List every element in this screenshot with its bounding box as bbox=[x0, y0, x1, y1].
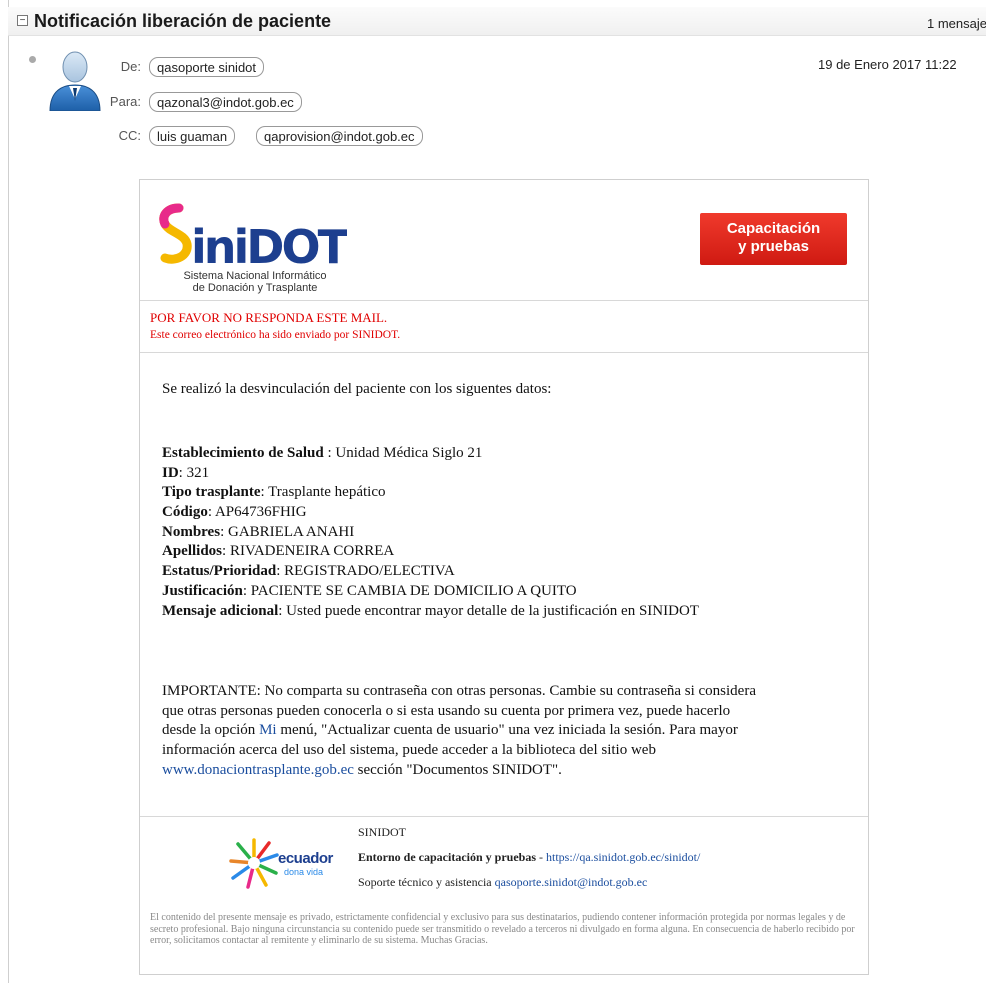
intro-text: Se realizó la desvinculación del pacient… bbox=[162, 380, 852, 400]
svg-text:iniDOT: iniDOT bbox=[191, 220, 347, 272]
field-value: GABRIELA ANAHI bbox=[227, 523, 355, 540]
message-count: 1 mensaje bbox=[927, 16, 986, 31]
ecuador-sun-icon bbox=[229, 838, 279, 889]
notice-line: información acerca del uso del sistema, … bbox=[162, 742, 656, 759]
email-subject: Notificación liberación de paciente bbox=[34, 11, 332, 31]
field-value: AP64736FHIG bbox=[214, 504, 307, 521]
notice-text: sección "Documentos SINIDOT". bbox=[353, 761, 562, 778]
environment-badge: Capacitación y pruebas bbox=[700, 213, 847, 265]
field-sep: : bbox=[276, 563, 285, 580]
field-value: REGISTRADO/ELECTIVA bbox=[284, 563, 455, 580]
ecuador-tagline: dona vida bbox=[284, 867, 324, 877]
patient-fields: Establecimiento de Salud : Unidad Médica… bbox=[162, 444, 852, 621]
website-link[interactable]: www.donaciontrasplante.gob.ec bbox=[162, 762, 354, 778]
email-body-card: iniDOT Sistema Nacional Informático de D… bbox=[139, 179, 869, 975]
support-email-link[interactable]: qasoporte.sinidot@indot.gob.ec bbox=[495, 875, 648, 889]
field-label: Apellidos bbox=[162, 543, 223, 560]
sinidot-logo-icon: iniDOT bbox=[159, 203, 353, 274]
cc-pill[interactable]: luis guaman bbox=[149, 126, 236, 146]
collapse-icon[interactable]: − bbox=[17, 15, 28, 26]
ecuador-name: ecuador bbox=[278, 850, 333, 867]
from-label: De: bbox=[120, 59, 141, 74]
field-label: Código bbox=[162, 504, 208, 521]
field-row: Nombres: GABRIELA ANAHI bbox=[162, 523, 852, 543]
to-pill[interactable]: qazonal3@indot.gob.ec bbox=[149, 92, 302, 112]
footer-org: SINIDOT bbox=[358, 825, 406, 839]
field-label: ID bbox=[162, 464, 179, 481]
field-label: Estatus/Prioridad bbox=[162, 563, 277, 580]
divider bbox=[140, 816, 868, 817]
sinidot-logo: iniDOT Sistema Nacional Informático de D… bbox=[157, 200, 353, 295]
cc-pill[interactable]: qaprovision@indot.gob.ec bbox=[256, 126, 423, 146]
notice-line: IMPORTANTE: No comparta su contraseña co… bbox=[162, 683, 756, 699]
field-row: Tipo trasplante: Trasplante hepático bbox=[162, 483, 852, 503]
sent-by-warning: Este correo electrónico ha sido enviado … bbox=[150, 329, 401, 341]
field-sep: : bbox=[207, 504, 215, 521]
field-row: Establecimiento de Salud : Unidad Médica… bbox=[162, 444, 852, 464]
logo-subtitle: Sistema Nacional Informático bbox=[183, 270, 327, 282]
field-value: Usted puede encontrar mayor detalle de l… bbox=[286, 602, 699, 619]
no-reply-warning: POR FAVOR NO RESPONDA ESTE MAIL. bbox=[150, 310, 388, 325]
left-border bbox=[8, 0, 9, 983]
to-label: Para: bbox=[109, 94, 141, 109]
divider bbox=[140, 300, 868, 301]
notice-line: que otras personas pueden conocerla o si… bbox=[162, 702, 731, 719]
legal-disclaimer: El contenido del presente mensaje es pri… bbox=[150, 912, 855, 946]
field-label: Tipo trasplante bbox=[162, 484, 261, 501]
cc-label: CC: bbox=[118, 128, 141, 143]
badge-line: y pruebas bbox=[738, 238, 809, 255]
field-row: Justificación: PACIENTE SE CAMBIA DE DOM… bbox=[162, 582, 852, 602]
mi-menu-link[interactable]: Mi bbox=[259, 722, 277, 738]
logo-subtitle: de Donación y Trasplante bbox=[192, 282, 318, 294]
ecuador-logo: ecuador dona vida bbox=[228, 837, 358, 889]
support-label: Soporte técnico y asistencia bbox=[358, 875, 495, 889]
field-sep: : bbox=[323, 445, 336, 461]
field-sep: : bbox=[242, 582, 251, 599]
env-url-link[interactable]: https://qa.sinidot.gob.ec/sinidot/ bbox=[546, 850, 700, 864]
field-value: PACIENTE SE CAMBIA DE DOMICILIO A QUITO bbox=[250, 582, 577, 599]
footer-env-line: Entorno de capacitación y pruebas - http… bbox=[358, 850, 700, 865]
field-label: Justificación bbox=[162, 582, 243, 599]
field-sep: : bbox=[222, 543, 230, 560]
footer-support-line: Soporte técnico y asistencia qasoporte.s… bbox=[358, 875, 647, 890]
field-row: Apellidos: RIVADENEIRA CORREA bbox=[162, 542, 852, 562]
badge-line: Capacitación bbox=[726, 220, 821, 237]
field-sep: : bbox=[178, 464, 187, 481]
notice-text: menú, "Actualizar cuenta de usuario" una… bbox=[276, 722, 738, 739]
field-sep: : bbox=[220, 523, 228, 540]
field-label: Establecimiento de Salud bbox=[162, 445, 324, 461]
notice-line: desde la opción Mi menú, "Actualizar cue… bbox=[162, 721, 852, 741]
field-label: Nombres bbox=[162, 523, 221, 540]
env-sep: - bbox=[536, 850, 547, 864]
field-value: 321 bbox=[186, 464, 210, 481]
notice-text: desde la opción bbox=[162, 722, 260, 739]
important-notice: IMPORTANTE: No comparta su contraseña co… bbox=[162, 682, 852, 780]
field-row: Código: AP64736FHIG bbox=[162, 503, 852, 523]
from-pill[interactable]: qasoporte sinidot bbox=[149, 57, 265, 77]
env-label: Entorno de capacitación y pruebas bbox=[358, 850, 537, 864]
field-row: Mensaje adicional: Usted puede encontrar… bbox=[162, 602, 852, 622]
field-sep: : bbox=[278, 602, 287, 619]
email-date: 19 de Enero 2017 11:22 bbox=[818, 57, 957, 72]
divider bbox=[140, 352, 868, 353]
subject-bar: − Notificación liberación de paciente 1 … bbox=[8, 7, 986, 36]
field-value: Trasplante hepático bbox=[268, 484, 386, 501]
field-row: Estatus/Prioridad: REGISTRADO/ELECTIVA bbox=[162, 562, 852, 582]
unread-dot-icon bbox=[29, 56, 36, 63]
notice-line: www.donaciontrasplante.gob.ec sección "D… bbox=[162, 761, 852, 781]
intro-line: Se realizó la desvinculación del pacient… bbox=[162, 381, 552, 397]
field-value: RIVADENEIRA CORREA bbox=[229, 543, 395, 560]
field-label: Mensaje adicional bbox=[162, 602, 279, 619]
field-row: ID: 321 bbox=[162, 464, 852, 484]
field-value: Unidad Médica Siglo 21 bbox=[335, 445, 483, 461]
field-sep: : bbox=[260, 484, 269, 501]
